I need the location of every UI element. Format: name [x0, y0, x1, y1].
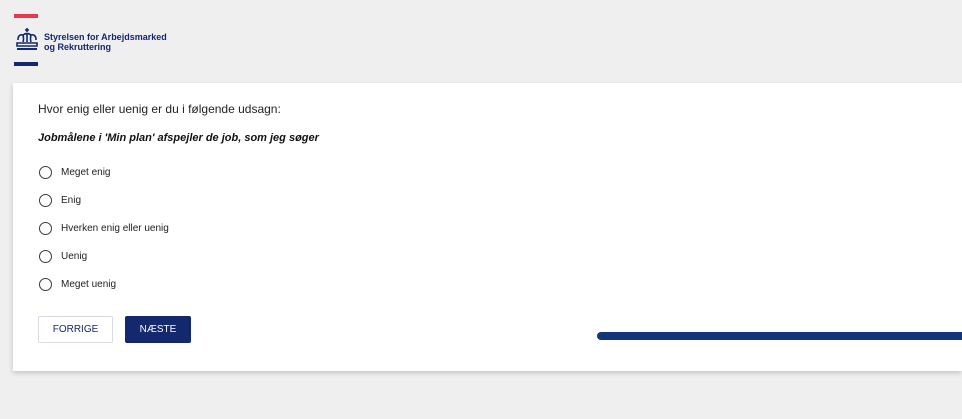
- option-meget-uenig[interactable]: Meget uenig: [38, 276, 169, 293]
- option-label: Enig: [61, 195, 82, 206]
- agency-name: Styrelsen for Arbejdsmarked og Rekrutter…: [44, 32, 224, 52]
- option-uenig[interactable]: Uenig: [38, 248, 169, 265]
- previous-button[interactable]: FORRIGE: [38, 316, 113, 343]
- option-label: Meget uenig: [61, 279, 117, 290]
- question-text: Hvor enig eller uenig er du i følgende u…: [38, 102, 281, 116]
- option-label: Meget enig: [61, 167, 111, 178]
- logo-blue-bar: [14, 62, 38, 66]
- agency-logo[interactable]: Styrelsen for Arbejdsmarked og Rekrutter…: [14, 14, 214, 70]
- answer-options: Meget enig Enig Hverken enig eller uenig…: [38, 164, 169, 304]
- radio-button[interactable]: [39, 278, 52, 291]
- agency-name-line2: og Rekruttering: [44, 42, 112, 52]
- logo-red-bar: [14, 14, 38, 18]
- radio-button[interactable]: [39, 250, 52, 263]
- statement-text: Jobmålene i 'Min plan' afspejler de job,…: [38, 132, 319, 144]
- option-hverken-enig-eller-uenig[interactable]: Hverken enig eller uenig: [38, 220, 169, 237]
- agency-name-line1: Styrelsen for Arbejdsmarked: [44, 32, 167, 42]
- option-enig[interactable]: Enig: [38, 192, 169, 209]
- survey-card: Hvor enig eller uenig er du i følgende u…: [13, 83, 962, 371]
- option-label: Uenig: [61, 251, 88, 262]
- progress-bar: [597, 332, 962, 340]
- radio-button[interactable]: [39, 166, 52, 179]
- radio-button[interactable]: [39, 222, 52, 235]
- option-label: Hverken enig eller uenig: [61, 223, 169, 234]
- option-meget-enig[interactable]: Meget enig: [38, 164, 169, 181]
- radio-button[interactable]: [39, 194, 52, 207]
- site-header: Styrelsen for Arbejdsmarked og Rekrutter…: [0, 0, 962, 80]
- crown-icon: [16, 28, 38, 50]
- next-button[interactable]: NÆSTE: [125, 316, 191, 343]
